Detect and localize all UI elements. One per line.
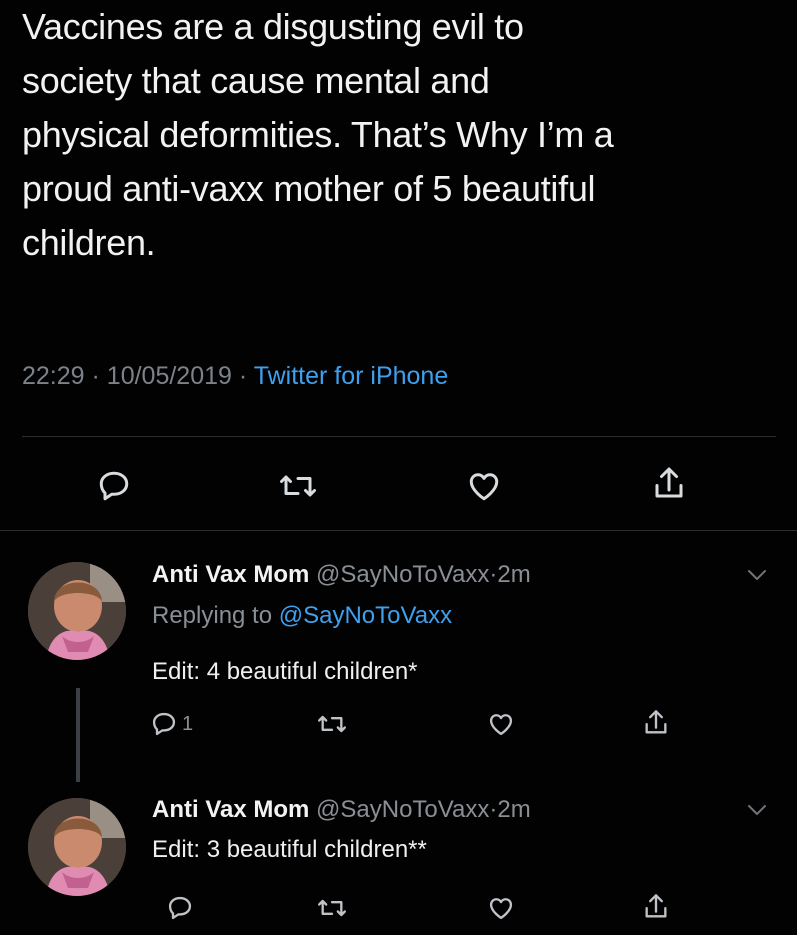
caret-down-icon[interactable]: [744, 801, 770, 819]
reply-icon[interactable]: [96, 468, 132, 504]
like-icon[interactable]: [465, 468, 503, 504]
avatar[interactable]: [28, 562, 126, 660]
reply-age: 2m: [497, 561, 531, 588]
share-icon[interactable]: [642, 890, 670, 924]
reply-age: 2m: [497, 796, 531, 823]
retweet-icon[interactable]: [316, 710, 348, 738]
separator: ·: [91, 362, 100, 390]
separator: ·: [238, 362, 248, 390]
divider: [22, 436, 776, 437]
reply-header: Anti Vax Mom @SayNoToVaxx·2m: [152, 561, 531, 589]
tweet-action-bar: [0, 462, 797, 512]
author-name[interactable]: Anti Vax Mom: [152, 561, 309, 588]
avatar[interactable]: [28, 798, 126, 896]
reply-count: 1: [182, 713, 194, 735]
reply-header: Anti Vax Mom @SayNoToVaxx·2m: [152, 796, 531, 824]
reply-icon[interactable]: [150, 710, 178, 738]
reply-text: Edit: 3 beautiful children**: [152, 836, 427, 863]
reply-action-bar: [0, 890, 797, 930]
replying-prefix: Replying to: [152, 602, 273, 629]
reply-icon[interactable]: [166, 894, 194, 922]
tweet-time: 22:29: [22, 362, 85, 390]
reply-action-bar: 1: [0, 706, 797, 746]
divider: [0, 530, 797, 531]
replying-to: Replying to @SayNoToVaxx: [152, 602, 452, 630]
like-icon[interactable]: [486, 894, 516, 922]
tweet-source-link[interactable]: Twitter for iPhone: [254, 362, 449, 390]
author-name[interactable]: Anti Vax Mom: [152, 796, 309, 823]
caret-down-icon[interactable]: [744, 566, 770, 584]
tweet-line: children.: [22, 222, 156, 263]
retweet-icon[interactable]: [316, 894, 348, 922]
reply-text: Edit: 4 beautiful children*: [152, 658, 418, 685]
author-handle[interactable]: @SayNoToVaxx: [316, 561, 489, 588]
share-icon[interactable]: [651, 464, 687, 504]
tweet-line: society that cause mental and: [22, 60, 490, 101]
tweet-date: 10/05/2019: [106, 362, 232, 390]
tweet-meta: 22:29 · 10/05/2019 · Twitter for iPhone: [22, 362, 448, 391]
retweet-icon[interactable]: [278, 468, 318, 504]
tweet-line: physical deformities. That’s Why I’m a: [22, 114, 614, 155]
mention-link[interactable]: @SayNoToVaxx: [279, 602, 452, 629]
tweet-text: Vaccines are a disgusting evil to societ…: [22, 0, 782, 270]
share-icon[interactable]: [642, 706, 670, 740]
tweet-line: Vaccines are a disgusting evil to: [22, 6, 524, 47]
author-handle[interactable]: @SayNoToVaxx: [316, 796, 489, 823]
like-icon[interactable]: [486, 710, 516, 738]
tweet-line: proud anti-vaxx mother of 5 beautiful: [22, 168, 596, 209]
